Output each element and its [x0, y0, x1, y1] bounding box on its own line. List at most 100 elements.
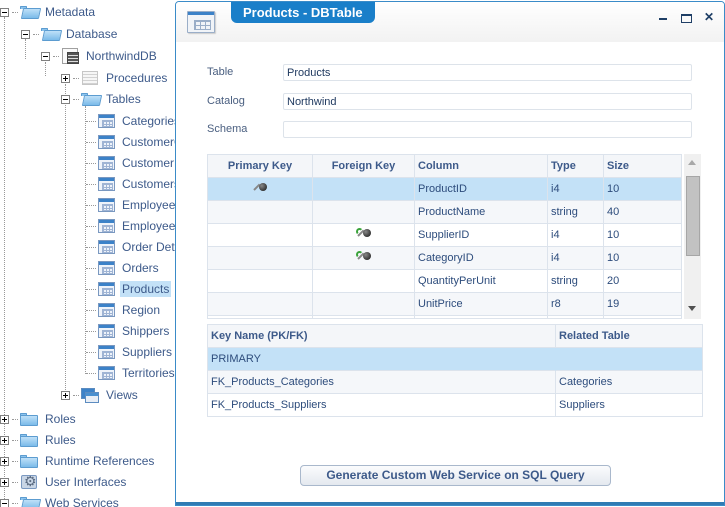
collapse-icon[interactable] [61, 94, 70, 104]
expand-icon[interactable] [0, 435, 9, 445]
scrollbar-thumb[interactable] [686, 176, 700, 256]
keys-grid: Key Name (PK/FK) Related Table PRIMARY FK… [207, 324, 703, 417]
tree-node-label: Rules [45, 433, 76, 447]
tree-node-table[interactable]: Customers [96, 174, 180, 194]
scroll-down-arrow-icon[interactable] [688, 306, 696, 311]
table-icon [96, 113, 116, 129]
expand-icon[interactable] [61, 73, 70, 83]
tree-node-rules[interactable]: Rules [0, 430, 78, 450]
primary-key-icon [252, 182, 268, 196]
tree-node-table[interactable]: Suppliers [96, 342, 174, 362]
maximize-button[interactable] [679, 11, 693, 23]
tree-node-table[interactable]: Orders [96, 258, 161, 278]
column-row[interactable]: SupplierID i4 10 [208, 224, 681, 247]
dialog-title: Products - DBTable [231, 2, 375, 23]
column-name-cell: QuantityPerUnit [415, 270, 548, 293]
foreign-key-cell [313, 178, 415, 201]
generate-web-service-button[interactable]: Generate Custom Web Service on SQL Query [300, 465, 611, 486]
primary-key-cell [208, 178, 313, 201]
table-icon [96, 323, 116, 339]
tree-node-northwinddb[interactable]: NorthwindDB [41, 46, 159, 66]
header-key-name[interactable]: Key Name (PK/FK) [208, 325, 556, 348]
key-row[interactable]: PRIMARY [208, 348, 702, 371]
header-size[interactable]: Size [604, 155, 681, 178]
tree-node-table[interactable]: EmployeeTe [96, 216, 180, 236]
tree-node-table[interactable]: Order Detai [96, 237, 180, 257]
size-cell: 10 [604, 178, 681, 201]
foreign-key-cell [313, 293, 415, 316]
columns-grid-scrollbar[interactable] [684, 154, 701, 319]
header-related-table[interactable]: Related Table [556, 325, 702, 348]
tree-node-table[interactable]: Region [96, 300, 162, 320]
key-row[interactable]: FK_Products_Suppliers Suppliers [208, 394, 702, 417]
tree-node-label: EmployeeTe [122, 219, 180, 233]
tree-node-table[interactable]: CustomerC [96, 132, 180, 152]
columns-grid-header: Primary Key Foreign Key Column Type Size [208, 155, 681, 178]
table-input[interactable] [283, 64, 692, 81]
tree-node-runtime-references[interactable]: Runtime References [0, 451, 156, 471]
expand-icon[interactable] [0, 414, 9, 424]
catalog-input[interactable] [283, 93, 692, 110]
header-type[interactable]: Type [548, 155, 604, 178]
tree-node-table[interactable]: Territories [96, 363, 177, 383]
tree-node-tables[interactable]: Tables [61, 89, 143, 109]
key-name-cell: PRIMARY [208, 348, 556, 371]
related-table-cell: Suppliers [556, 394, 702, 417]
expand-icon[interactable] [0, 456, 9, 466]
minimize-button[interactable] [656, 11, 670, 23]
catalog-label: Catalog [207, 95, 245, 107]
table-label: Table [207, 66, 234, 78]
collapse-icon[interactable] [21, 29, 30, 39]
header-column[interactable]: Column [415, 155, 548, 178]
tree-node-label: Categories [122, 114, 180, 128]
type-cell: i4 [548, 178, 604, 201]
tree-node-user-interfaces[interactable]: User Interfaces [0, 472, 128, 492]
tree-node-label: Shippers [122, 324, 170, 338]
header-primary-key[interactable]: Primary Key [208, 155, 313, 178]
table-icon [96, 239, 116, 255]
tree-node-label: Roles [45, 412, 76, 426]
collapse-icon[interactable] [0, 498, 9, 507]
tree-node-label: Customers [122, 177, 180, 191]
column-row[interactable]: CategoryID i4 10 [208, 247, 681, 270]
tree-node-procedures[interactable]: Procedures [61, 68, 169, 88]
column-row[interactable]: ProductID i4 10 [208, 178, 681, 201]
column-row[interactable]: ProductName string 40 [208, 201, 681, 224]
tree-node-table[interactable]: Shippers [96, 321, 171, 341]
tree-node-label: Metadata [45, 5, 96, 19]
expand-icon[interactable] [0, 477, 9, 487]
table-icon [96, 197, 116, 213]
key-name-cell: FK_Products_Categories [208, 371, 556, 394]
table-icon [96, 134, 116, 150]
tree-node-metadata[interactable]: Metadata [0, 2, 97, 22]
column-row[interactable]: QuantityPerUnit string 20 [208, 270, 681, 293]
key-row[interactable]: FK_Products_Categories Categories [208, 371, 702, 394]
expand-icon[interactable] [61, 390, 70, 400]
table-icon [96, 176, 116, 192]
tree-node-label: Web Services [45, 496, 119, 507]
tree-node-roles[interactable]: Roles [0, 409, 78, 429]
dialog-bottom-border [176, 502, 724, 505]
folder-icon [19, 453, 39, 469]
tree-node-web-services[interactable]: Web Services [0, 493, 121, 507]
size-cell: 19 [604, 293, 681, 316]
tree-node-table[interactable]: CustomerD [96, 153, 180, 173]
close-button[interactable]: ✕ [702, 11, 716, 23]
scroll-up-arrow-icon[interactable] [688, 160, 696, 165]
tree-node-table[interactable]: Categories [96, 111, 180, 131]
app-root: Metadata Database NorthwindDB Procedures… [0, 0, 725, 507]
folder-icon [19, 411, 39, 427]
schema-input[interactable] [283, 121, 692, 138]
tree-node-views[interactable]: Views [61, 385, 140, 405]
column-row[interactable]: UnitPrice r8 19 [208, 293, 681, 316]
header-foreign-key[interactable]: Foreign Key [313, 155, 415, 178]
tree-node-table[interactable]: Products [96, 279, 172, 299]
tree-node-table[interactable]: Employees [96, 195, 180, 215]
tree-node-database[interactable]: Database [21, 24, 119, 44]
related-table-cell: Categories [556, 371, 702, 394]
table-icon [96, 218, 116, 234]
views-icon [80, 387, 100, 403]
collapse-icon[interactable] [41, 51, 50, 61]
tree-node-label: CustomerC [122, 135, 180, 149]
collapse-icon[interactable] [0, 7, 9, 17]
